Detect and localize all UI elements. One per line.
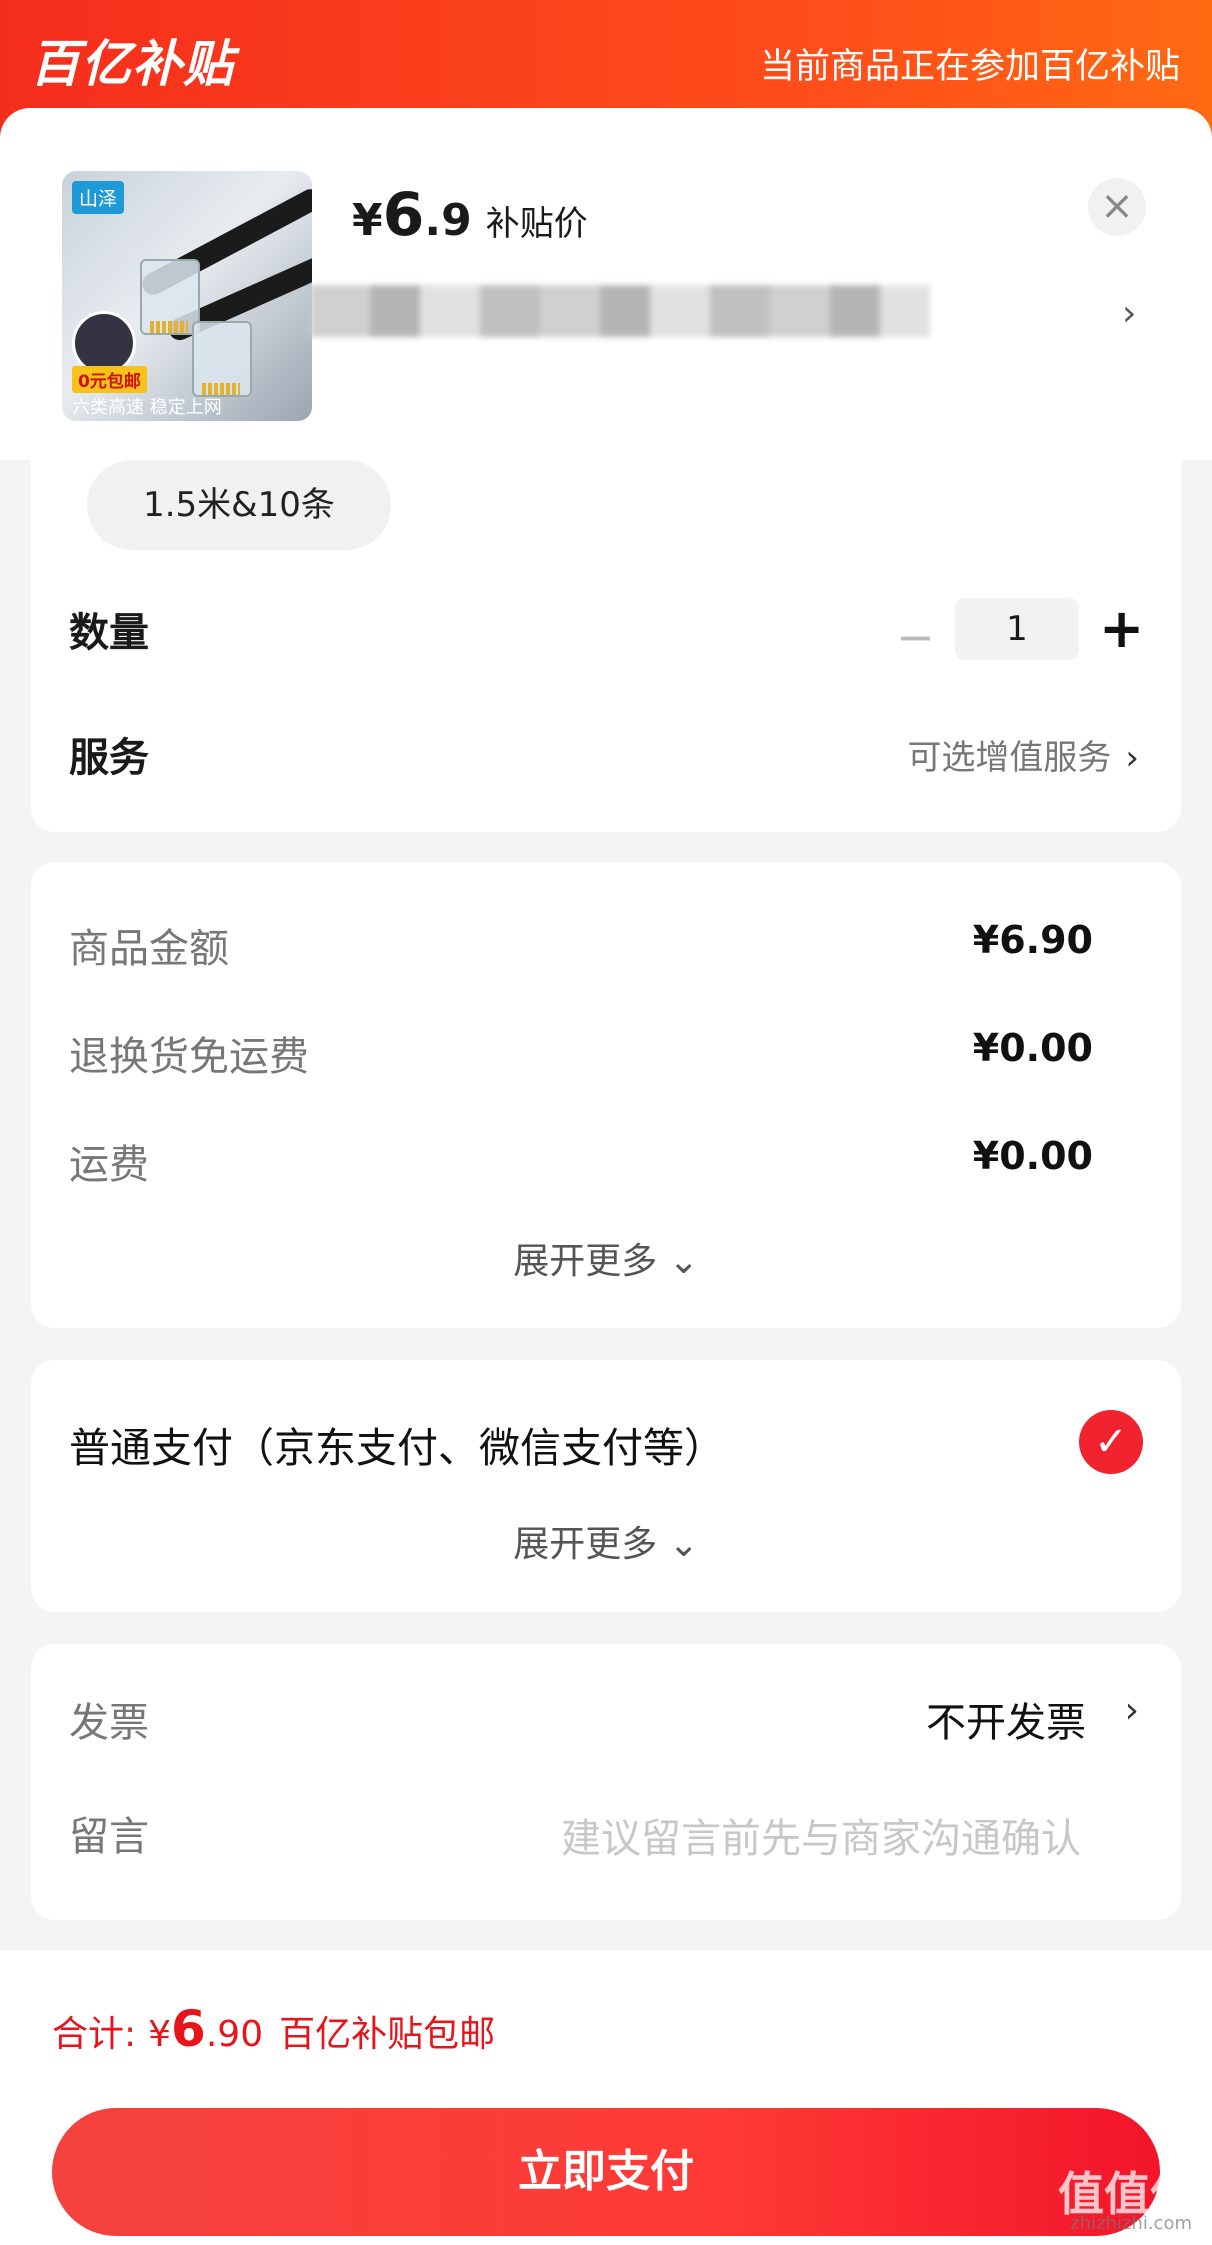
chevron-right-icon: › <box>1125 738 1139 778</box>
product-price: ¥6.9 补贴价 <box>352 180 588 250</box>
options-card: 1.5米&10条 数量 − 1 + 服务 可选增值服务 › <box>31 460 1181 832</box>
connector-pins <box>150 321 188 333</box>
service-selector[interactable]: 可选增值服务 › <box>907 730 1139 779</box>
quantity-minus-button[interactable]: − <box>896 610 935 664</box>
product-thumbnail[interactable]: 山泽 0元包邮 六类高速 稳定上网 <box>62 171 312 421</box>
service-label: 服务 <box>69 735 149 781</box>
invoice-label: 发票 <box>69 1700 149 1746</box>
quantity-plus-button[interactable]: + <box>1099 598 1144 660</box>
order-total: 合计: ¥6.90 百亿补贴包邮 <box>52 2000 495 2058</box>
expand-payment-button[interactable]: 展开更多 ⌄ <box>31 1515 1181 1567</box>
close-icon[interactable]: × <box>1088 178 1146 236</box>
checkout-bar: 合计: ¥6.90 百亿补贴包邮 立即支付 <box>0 1950 1212 2245</box>
fee-value-return-shipping: ¥0.00 <box>972 1026 1093 1070</box>
payment-card: 普通支付（京东支付、微信支付等） ✓ 展开更多 ⌄ <box>31 1360 1181 1612</box>
pay-now-button[interactable]: 立即支付 <box>52 2108 1160 2236</box>
fee-value-shipping: ¥0.00 <box>972 1134 1093 1178</box>
invoice-card: 发票 不开发票 › 留言 建议留言前先与商家沟通确认 <box>31 1644 1181 1920</box>
quantity-label: 数量 <box>69 610 149 656</box>
quantity-input[interactable]: 1 <box>955 598 1079 660</box>
message-label: 留言 <box>69 1814 149 1860</box>
expand-fees-button[interactable]: 展开更多 ⌄ <box>31 1232 1181 1284</box>
service-value: 可选增值服务 <box>907 738 1112 778</box>
fee-label-shipping: 运费 <box>69 1142 149 1188</box>
chevron-right-icon[interactable]: › <box>1125 1690 1139 1731</box>
price-integer: 6 <box>382 180 425 250</box>
payment-method-label[interactable]: 普通支付（京东支付、微信支付等） <box>69 1414 725 1474</box>
product-tagline: 六类高速 稳定上网 <box>72 397 222 418</box>
subsidy-logo: 百亿补贴 <box>30 35 234 93</box>
brand-badge: 山泽 <box>72 181 125 214</box>
fee-label-goods: 商品金额 <box>69 926 229 972</box>
site-watermark-url: zhizhizhi.com <box>1070 2213 1192 2234</box>
fee-card: 商品金额 ¥6.90 退换货免运费 ¥0.00 运费 ¥0.00 展开更多 ⌄ <box>31 862 1181 1328</box>
fee-label-return-shipping: 退换货免运费 <box>69 1034 309 1080</box>
chevron-right-icon[interactable]: › <box>1122 293 1136 334</box>
product-title-blurred[interactable] <box>310 285 930 337</box>
message-input[interactable]: 建议留言前先与商家沟通确认 <box>561 1806 1081 1864</box>
total-note: 百亿补贴包邮 <box>279 2014 496 2055</box>
total-currency: ¥ <box>148 2014 172 2055</box>
total-integer: 6 <box>171 2000 206 2058</box>
spec-option-chip[interactable]: 1.5米&10条 <box>87 460 391 550</box>
subsidy-tip: 当前商品正在参加百亿补贴 <box>759 47 1180 87</box>
total-decimal: .90 <box>205 2014 264 2055</box>
price-decimal: .9 <box>424 195 472 246</box>
price-currency: ¥ <box>352 195 383 246</box>
connector-graphic <box>140 259 200 335</box>
price-label: 补贴价 <box>485 204 588 244</box>
connector-graphic <box>192 321 252 397</box>
check-icon[interactable]: ✓ <box>1079 1410 1143 1474</box>
fee-value-goods: ¥6.90 <box>972 918 1093 962</box>
free-shipping-badge: 0元包邮 <box>72 366 147 393</box>
total-label: 合计: <box>52 2014 137 2055</box>
invoice-value[interactable]: 不开发票 <box>926 1690 1086 1748</box>
